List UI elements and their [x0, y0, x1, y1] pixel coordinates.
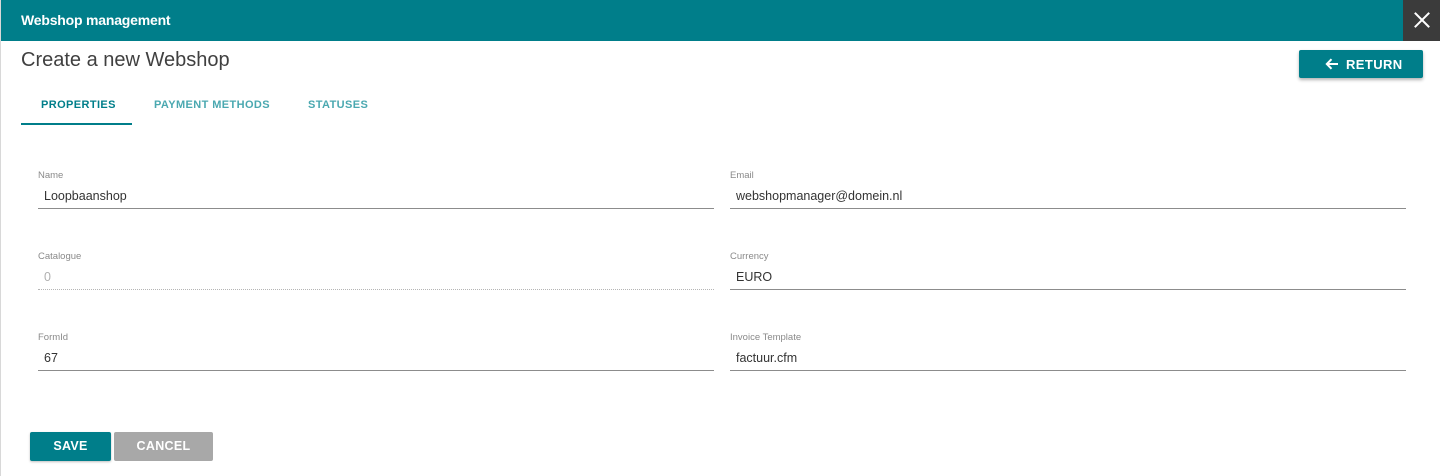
catalogue-input [44, 267, 704, 287]
currency-field: Currency [730, 251, 1406, 295]
return-button[interactable]: RETURN [1299, 50, 1423, 78]
name-field: Name [38, 170, 714, 214]
catalogue-field: Catalogue [38, 251, 714, 295]
invoice-template-input[interactable] [736, 348, 1396, 368]
email-underline [730, 208, 1406, 209]
catalogue-underline [38, 289, 714, 290]
name-input[interactable] [44, 186, 704, 206]
tab-statuses-label: STATUSES [308, 99, 369, 111]
name-label: Name [38, 170, 64, 181]
window-title: Webshop management [21, 12, 171, 28]
title-bar: Webshop management [1, 0, 1440, 41]
page-title: Create a new Webshop [21, 49, 230, 71]
currency-input[interactable] [736, 267, 1396, 287]
currency-underline [730, 289, 1406, 290]
formid-underline [38, 370, 714, 371]
formid-label: FormId [38, 332, 69, 343]
tab-statuses[interactable]: STATUSES [308, 88, 378, 125]
arrow-left-icon [1325, 58, 1338, 70]
name-underline [38, 208, 714, 209]
formid-input[interactable] [44, 348, 704, 368]
tab-payment-methods[interactable]: PAYMENT METHODS [154, 88, 274, 125]
close-button[interactable] [1403, 0, 1440, 41]
formid-field: FormId [38, 332, 714, 376]
close-icon [1414, 12, 1430, 28]
email-input[interactable] [736, 186, 1396, 206]
save-button[interactable]: SAVE [30, 432, 111, 461]
catalogue-label: Catalogue [38, 251, 82, 262]
cancel-button[interactable]: CANCEL [114, 432, 213, 461]
currency-label: Currency [730, 251, 769, 262]
tab-payment-methods-label: PAYMENT METHODS [154, 99, 271, 111]
invoice-template-field: Invoice Template [730, 332, 1406, 376]
return-button-label: RETURN [1346, 57, 1403, 72]
tab-properties-label: PROPERTIES [41, 99, 116, 111]
invoice-template-underline [730, 370, 1406, 371]
webshop-management-window: Webshop management Create a new Webshop … [0, 0, 1440, 476]
tab-properties[interactable]: PROPERTIES [21, 88, 132, 125]
invoice-template-label: Invoice Template [730, 332, 802, 343]
email-field: Email [730, 170, 1406, 214]
email-label: Email [730, 170, 754, 181]
